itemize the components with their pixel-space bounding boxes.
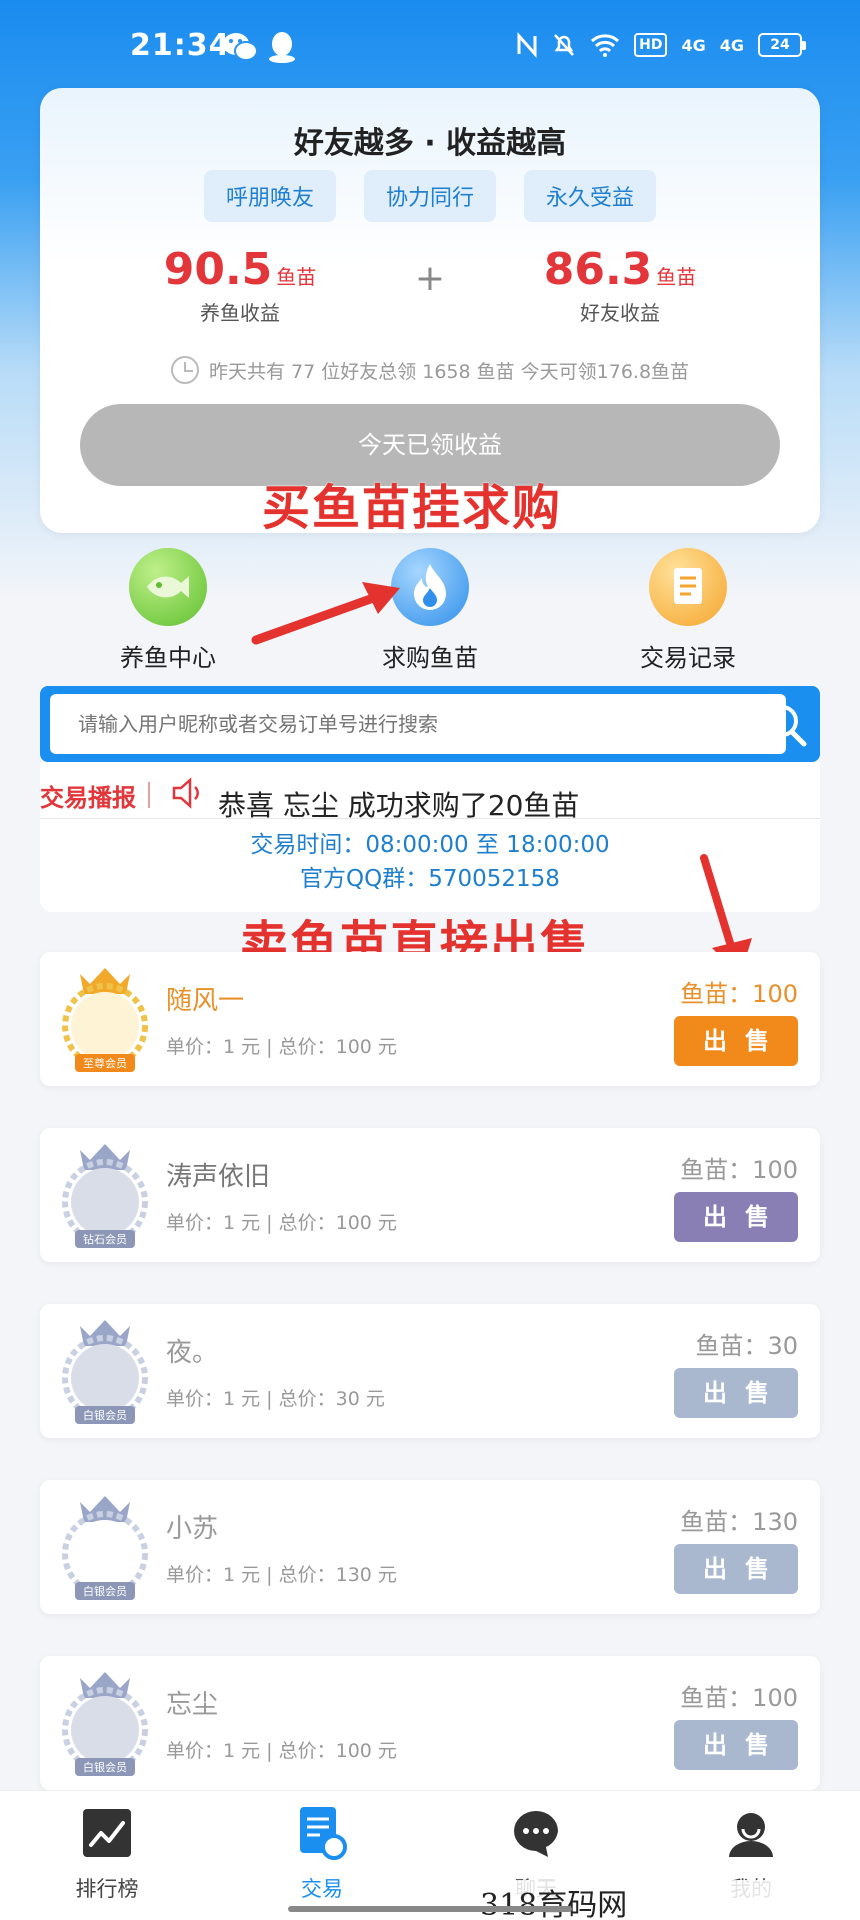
tag-invite-friends: 呼朋唤友 [203,170,336,222]
sell-button[interactable]: 出售 [674,1368,798,1418]
nav-trade[interactable]: 交易 [247,1805,397,1903]
trade-icon [300,1807,347,1860]
friend-income-unit: 鱼苗 [656,265,697,289]
sell-button[interactable]: 出售 [674,1192,798,1242]
friend-income-stat: 86.3 鱼苗 好友收益 [490,244,750,326]
plus-sign: + [414,258,446,299]
member-badge: 至尊会员 [83,1056,127,1070]
annotation-arrow-icon [251,582,400,645]
sell-button[interactable]: 出售 [674,1720,798,1770]
member-badge: 白银会员 [83,1584,127,1598]
annotation-buy: 买鱼苗挂求购 [262,480,563,536]
hd-badge: HD [634,33,668,57]
search-button[interactable] [758,694,812,754]
income-title: 好友越多 · 收益越高 [293,126,567,161]
sell-button[interactable]: 出售 [674,1016,798,1066]
price-info: 单价：1 元 | 总价：100 元 [166,1212,397,1234]
action-fish-center[interactable]: 养鱼中心 [78,548,258,673]
friend-income-label: 好友收益 [580,301,660,325]
seller-name: 随风一 [166,986,245,1016]
nav-ranking[interactable]: 排行榜 [32,1805,182,1903]
price-info: 单价：1 元 | 总价：100 元 [166,1740,397,1762]
income-note: 昨天共有 77 位好友总领 1658 鱼苗 今天可领176.8鱼苗 [40,356,820,384]
avatar: 钻石会员 [62,1144,148,1248]
broadcast-label: 交易播报 [40,784,136,812]
fish-income-unit: 鱼苗 [276,265,317,289]
chat-icon [514,1811,558,1857]
listing-card: 白银会员 忘尘单价：1 元 | 总价：100 元 鱼苗：100 出售 [40,1656,820,1790]
listing-card: 白银会员 小苏单价：1 元 | 总价：130 元 鱼苗：130 出售 [40,1480,820,1614]
seller-name: 忘尘 [166,1690,219,1720]
clock-icon [170,356,199,384]
status-indicators: HD 4G 4G 24 [516,32,806,58]
search-icon [766,705,807,747]
search-input[interactable] [50,694,786,754]
home-indicator [288,1906,572,1912]
fry-count: 鱼苗：30 [695,1332,798,1360]
battery-indicator: 24 [758,33,806,57]
avatar: 至尊会员 [62,968,148,1072]
tag-cooperate: 协力同行 [363,170,496,222]
fish-income-label: 养鱼收益 [200,301,280,325]
seller-name: 夜。 [166,1338,219,1368]
signal-4g-1: 4G [681,35,706,55]
chart-icon [83,1809,131,1857]
price-info: 单价：1 元 | 总价：130 元 [166,1564,397,1586]
watermark: 318育码网 www.e318.com [474,1880,860,1920]
fry-count: 鱼苗：100 [680,980,798,1008]
qq-icon [269,32,295,63]
income-card: 好友越多 · 收益越高 呼朋唤友 协力同行 永久受益 90.5 鱼苗 养鱼收益 +… [40,88,820,533]
fish-income-value: 90.5 [163,244,273,295]
tag-permanent-benefit: 永久受益 [524,170,657,222]
seller-name: 涛声依旧 [166,1162,271,1192]
avatar: 白银会员 [62,1672,148,1776]
fry-count: 鱼苗：130 [680,1508,798,1536]
profile-icon [729,1813,773,1857]
broadcast-separator [40,818,820,819]
income-tags: 呼朋唤友 协力同行 永久受益 [40,170,820,222]
speaker-icon [172,777,199,809]
wechat-icon [223,33,258,61]
wifi-icon [591,34,620,57]
action-label: 养鱼中心 [120,644,216,672]
broadcast-divider [148,782,150,808]
listing-card: 白银会员 夜。单价：1 元 | 总价：30 元 鱼苗：30 出售 [40,1304,820,1438]
search-bar [40,686,820,762]
fish-icon [129,548,207,626]
seller-name: 小苏 [166,1514,219,1544]
mute-bell-icon [554,34,575,56]
listing-card: 钻石会员 涛声依旧单价：1 元 | 总价：100 元 鱼苗：100 出售 [40,1128,820,1262]
sell-button[interactable]: 出售 [674,1544,798,1594]
price-info: 单价：1 元 | 总价：30 元 [166,1388,385,1410]
listing-card: 至尊会员 随风一单价：1 元 | 总价：100 元 鱼苗：100 出售 [40,952,820,1086]
nav-label: 排行榜 [75,1877,139,1901]
fish-income-stat: 90.5 鱼苗 养鱼收益 [110,244,370,326]
document-icon [649,548,727,626]
status-bar: 21:34 HD 4G 4G 24 [0,0,860,95]
action-trade-records[interactable]: 交易记录 [598,548,778,673]
nav-label: 交易 [301,1877,343,1901]
price-info: 单价：1 元 | 总价：100 元 [166,1036,397,1058]
friend-income-value: 86.3 [543,244,653,295]
income-note-text: 昨天共有 77 位好友总领 1658 鱼苗 今天可领176.8鱼苗 [208,360,690,383]
action-label: 交易记录 [640,644,736,672]
nfc-icon [517,32,537,58]
member-badge: 白银会员 [83,1408,127,1422]
fry-count: 鱼苗：100 [680,1156,798,1184]
member-badge: 钻石会员 [83,1232,127,1246]
avatar: 白银会员 [62,1496,148,1600]
status-time: 21:34 [130,28,231,63]
avatar: 白银会员 [62,1320,148,1424]
fry-count: 鱼苗：100 [680,1684,798,1712]
signal-4g-2: 4G [719,35,744,55]
member-badge: 白银会员 [83,1760,127,1774]
